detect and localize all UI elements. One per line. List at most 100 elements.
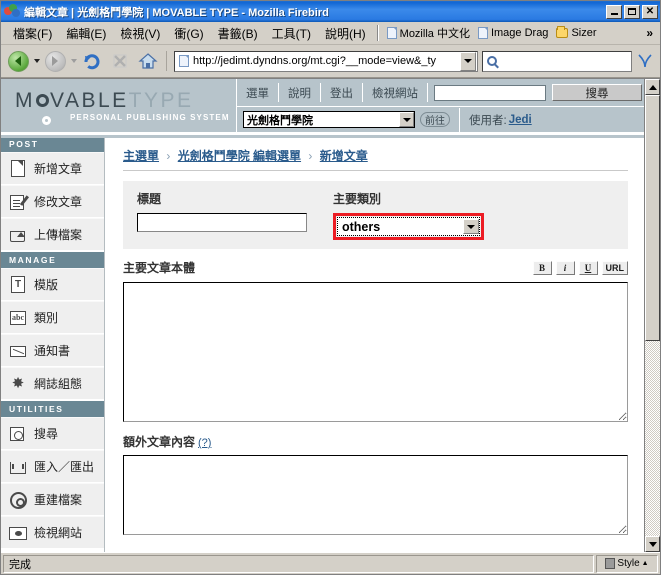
close-button[interactable]: ✕ [642, 4, 658, 19]
sidebar-item-blog-config[interactable]: ✸ 網誌組態 [1, 367, 104, 400]
primary-category-select[interactable]: others [337, 217, 480, 236]
mt-tagline: PERSONAL PUBLISHING SYSTEM [70, 112, 230, 122]
sidebar-item-categories[interactable]: abc 類別 [1, 301, 104, 334]
bookmark-image-drag[interactable]: Image Drag [474, 26, 552, 40]
post-body-label: 主要文章本體 [123, 261, 196, 275]
home-button[interactable] [135, 48, 161, 74]
chevron-down-icon[interactable] [399, 112, 414, 127]
sidebar-item-import-export[interactable]: 匯入／匯出 [1, 450, 104, 483]
url-button[interactable]: URL [601, 261, 628, 275]
nav-logout[interactable]: 登出 [321, 83, 363, 102]
back-button[interactable] [5, 48, 31, 74]
page-scrollbar[interactable] [644, 79, 660, 552]
menu-go[interactable]: 衝(G) [167, 23, 210, 44]
sidebar-item-rebuild[interactable]: 重建檔案 [1, 483, 104, 516]
main-content: 主選單 › 光劍格鬥學院 編輯選單 › 新增文章 標題 主要類別 others … [105, 135, 644, 552]
nav-view-site[interactable]: 檢視網站 [363, 83, 428, 102]
extended-body-block: 額外文章內容 (?) [123, 433, 628, 540]
menu-view[interactable]: 檢視(V) [113, 23, 167, 44]
mt-search-button[interactable]: 搜尋 [552, 84, 642, 101]
bookmark-sizer[interactable]: Sizer [552, 26, 600, 40]
sidebar-item-label: 模版 [34, 278, 59, 292]
menu-file[interactable]: 檔案(F) [6, 23, 59, 44]
maximize-button[interactable] [624, 4, 640, 19]
mt-search-input[interactable] [434, 84, 546, 101]
sidebar-item-notifications[interactable]: 通知書 [1, 334, 104, 367]
url-dropdown-button[interactable] [460, 51, 476, 71]
search-icon [487, 56, 497, 66]
gear-icon [36, 93, 49, 107]
blog-selector[interactable]: 光劍格鬥學院 [243, 111, 415, 128]
sidebar-item-templates[interactable]: T 模版 [1, 268, 104, 301]
reload-button[interactable] [79, 48, 105, 74]
page-viewport: M VABLE TYPE PERSONAL PUBLISHING SYSTEM … [1, 78, 660, 552]
mt-header-right: 選單 說明 登出 檢視網站 搜尋 光劍格鬥學院 前往 使用者: Jedi [236, 79, 644, 132]
title-category-row: 標題 主要類別 others [123, 181, 628, 249]
extended-body-textarea[interactable] [123, 455, 628, 535]
nav-help[interactable]: 說明 [279, 83, 321, 102]
scroll-down-button[interactable] [645, 536, 660, 552]
style-label: Style [617, 558, 640, 569]
status-message: 完成 [3, 554, 594, 573]
go-button[interactable]: 前往 [420, 112, 450, 127]
menu-edit[interactable]: 編輯(E) [59, 23, 113, 44]
sidebar-item-upload-file[interactable]: 上傳檔案 [1, 218, 104, 251]
post-body-block: 主要文章本體 B i U URL [123, 259, 628, 427]
logo-text-vable: VABLE [50, 88, 129, 112]
sidebar-item-label: 搜尋 [34, 427, 59, 441]
bookmarks-overflow-button[interactable]: » [646, 26, 660, 40]
back-history-caret-icon[interactable] [34, 59, 40, 63]
divider [459, 107, 460, 132]
style-switcher-button[interactable]: Style ▲ [596, 554, 658, 573]
sidebar-item-new-post[interactable]: 新增文章 [1, 152, 104, 185]
breadcrumb-separator: › [166, 149, 171, 163]
menu-tools[interactable]: 工具(T) [265, 23, 318, 44]
category-field-group: 主要類別 others [333, 190, 484, 240]
logo-letter-m: M [15, 88, 35, 112]
sidebar: POST 新增文章 修改文章 上傳檔案 MANAGE T 模版 abc 類別 通… [1, 135, 105, 552]
forward-history-caret-icon[interactable] [71, 59, 77, 63]
bookmark-mozilla-zh[interactable]: Mozilla 中文化 [383, 24, 474, 42]
sidebar-item-view-site[interactable]: 檢視網站 [1, 516, 104, 549]
minimize-button[interactable] [606, 4, 622, 19]
stop-button[interactable] [107, 48, 133, 74]
nav-menu[interactable]: 選單 [237, 83, 279, 102]
scrollbar-track[interactable] [645, 95, 660, 536]
breadcrumb-root-link[interactable]: 主選單 [123, 149, 159, 163]
page-icon [477, 27, 488, 39]
category-highlight-box: others [333, 213, 484, 240]
toolbar-divider [166, 51, 167, 71]
italic-button[interactable]: i [555, 261, 575, 275]
scrollbar-thumb[interactable] [645, 95, 660, 341]
address-bar[interactable]: http://jedimt.dyndns.org/mt.cgi?__mode=v… [174, 50, 478, 72]
view-site-icon [9, 524, 27, 542]
new-post-icon [9, 159, 27, 178]
search-bar[interactable] [482, 50, 632, 72]
sidebar-heading-utilities: UTILITIES [1, 400, 104, 417]
breadcrumb-separator: › [308, 149, 313, 163]
post-body-textarea[interactable] [123, 282, 628, 422]
caret-up-icon: ▲ [641, 560, 649, 567]
sidebar-item-label: 修改文章 [34, 195, 83, 209]
mt-body: POST 新增文章 修改文章 上傳檔案 MANAGE T 模版 abc 類別 通… [1, 135, 644, 552]
formatting-toolbar: B i U URL [532, 261, 628, 275]
underline-button[interactable]: U [578, 261, 598, 275]
sidebar-item-edit-post[interactable]: 修改文章 [1, 185, 104, 218]
title-label: 標題 [137, 192, 162, 206]
forward-button[interactable] [42, 48, 68, 74]
logo-text-type: TYPE [128, 88, 194, 112]
search-input[interactable] [497, 54, 631, 68]
breadcrumb-blog-link[interactable]: 光劍格鬥學院 編輯選單 [178, 149, 301, 163]
user-name-link[interactable]: Jedi [509, 114, 532, 126]
title-input[interactable] [137, 213, 307, 232]
sidebar-item-search[interactable]: 搜尋 [1, 417, 104, 450]
sidebar-item-label: 匯入／匯出 [34, 460, 95, 474]
chevron-down-icon[interactable] [463, 219, 479, 234]
sidebar-heading-manage: MANAGE [1, 251, 104, 268]
scroll-up-button[interactable] [645, 79, 660, 95]
extended-body-help-link[interactable]: (?) [198, 437, 211, 449]
menu-bookmarks[interactable]: 書籤(B) [211, 23, 265, 44]
bold-button[interactable]: B [532, 261, 552, 275]
menu-help[interactable]: 說明(H) [318, 23, 373, 44]
sidebar-item-label: 上傳檔案 [34, 228, 83, 242]
